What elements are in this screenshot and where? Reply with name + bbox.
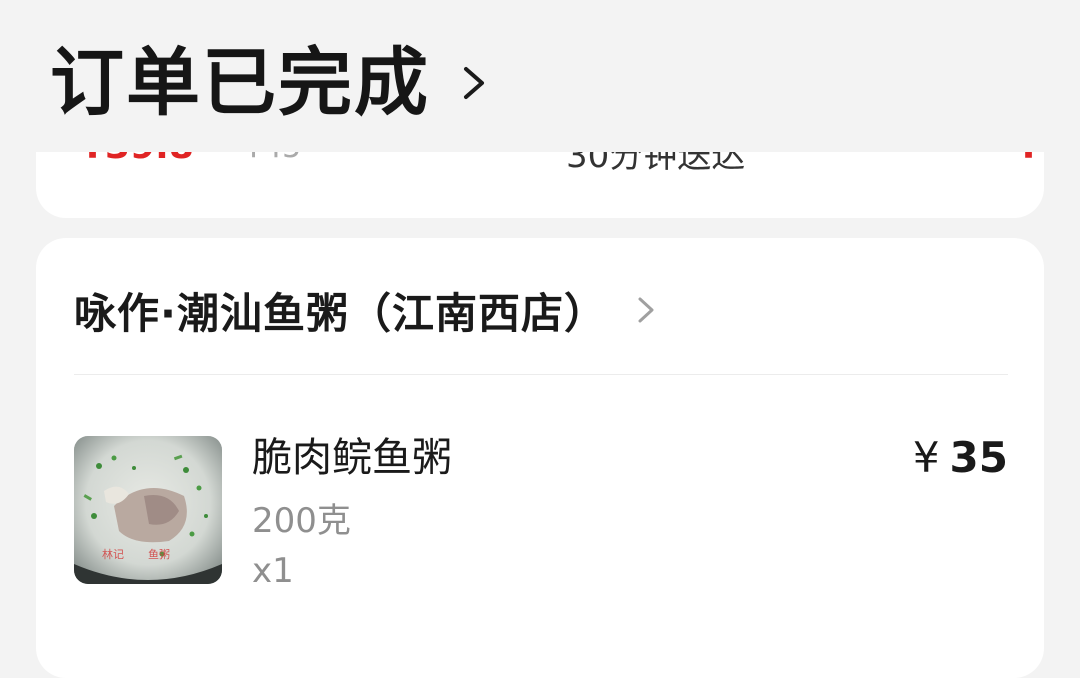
clipped-price: ¥39.8 — [80, 152, 194, 167]
svg-text:林记: 林记 — [102, 547, 124, 561]
store-name: 咏作·潮汕鱼粥（江南西店） — [74, 288, 607, 338]
chevron-right-icon[interactable] — [631, 295, 661, 325]
store-header[interactable]: 咏作·潮汕鱼粥（江南西店） — [74, 280, 661, 340]
chevron-right-icon[interactable] — [454, 63, 494, 103]
clipped-info-text: 30分钟送达 — [566, 152, 746, 176]
store-order-card: 咏作·潮汕鱼粥（江南西店） 林记 鱼粥 脆肉鲩鱼粥 200克 x1 ¥ 35 — [36, 238, 1044, 678]
divider — [74, 374, 1008, 375]
item-name: 脆肉鲩鱼粥 — [252, 435, 452, 481]
item-price: ¥35 — [913, 434, 1008, 482]
currency-symbol: ¥ — [912, 433, 940, 482]
order-status-header[interactable]: 订单已完成 — [50, 38, 494, 128]
item-quantity: x1 — [252, 551, 294, 591]
svg-text:鱼粥: 鱼粥 — [148, 547, 170, 561]
order-status-title: 订单已完成 — [50, 40, 430, 126]
item-price-value: 35 — [949, 433, 1008, 482]
previous-info-card: ¥39.8 ¥45 30分钟送达 ¥7 — [36, 152, 1044, 218]
item-spec: 200克 — [252, 501, 351, 541]
clipped-right-price: ¥7 — [1016, 152, 1044, 167]
item-thumbnail[interactable]: 林记 鱼粥 — [74, 436, 222, 584]
clipped-original-price: ¥45 — [244, 152, 301, 165]
